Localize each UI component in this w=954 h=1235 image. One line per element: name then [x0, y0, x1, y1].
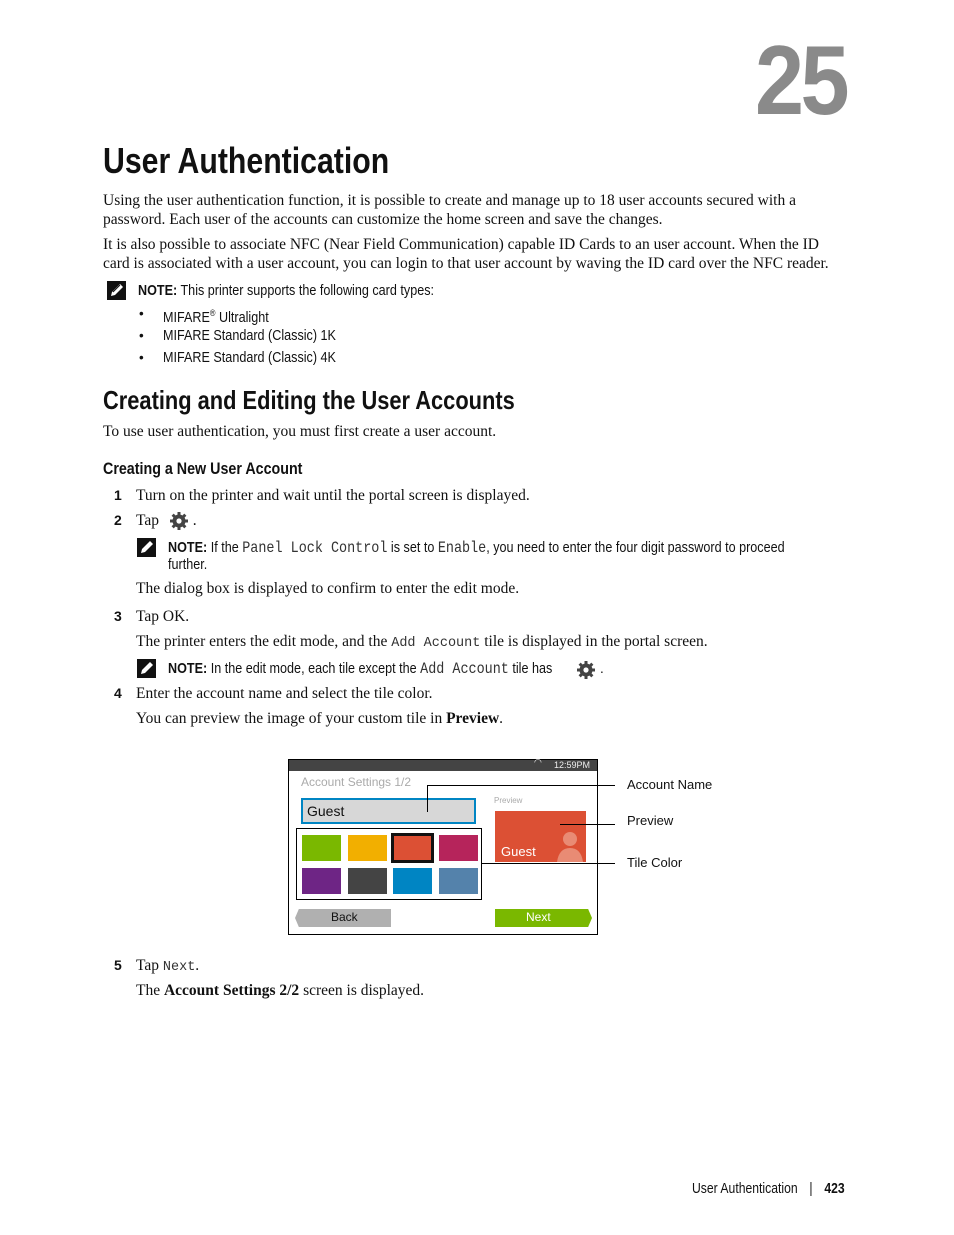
step-number: 2 — [114, 512, 122, 528]
step-text: Tap . — [136, 511, 197, 531]
step-followup: The Account Settings 2/2 screen is displ… — [136, 982, 425, 999]
callout-account-name: Account Name — [627, 777, 713, 792]
color-swatch[interactable] — [438, 868, 478, 894]
next-button[interactable]: Next — [495, 909, 592, 927]
page-number: 423 — [824, 1181, 845, 1197]
gear-icon — [577, 661, 595, 679]
intro-line: It is also possible to associate NFC (Ne… — [103, 236, 819, 253]
account-name-field[interactable]: Guest — [301, 798, 476, 824]
note-text-continued: further. — [168, 556, 208, 573]
list-item: MIFARE® Ultralight — [163, 308, 269, 326]
step-followup: You can preview the image of your custom… — [136, 710, 504, 727]
section-heading: Creating and Editing the User Accounts — [103, 385, 515, 415]
intro-line: password. Each user of the accounts can … — [103, 211, 663, 228]
list-item: MIFARE Standard (Classic) 4K — [163, 349, 336, 366]
step-text: Tap Next. — [136, 957, 200, 975]
color-swatch[interactable] — [391, 833, 434, 863]
back-button[interactable]: Back — [295, 909, 391, 927]
step-number: 5 — [114, 957, 122, 973]
callout-line — [427, 785, 615, 786]
step-followup: The dialog box is displayed to confirm t… — [136, 580, 520, 597]
step-text: Turn on the printer and wait until the p… — [136, 487, 530, 504]
page-title: User Authentication — [103, 140, 390, 181]
section-intro: To use user authentication, you must fir… — [103, 423, 497, 440]
bullet: • — [139, 350, 144, 365]
callout-line — [481, 863, 615, 864]
screen-title: Account Settings 1/2 — [301, 775, 412, 789]
callout-line — [560, 824, 615, 825]
note-pencil-icon — [137, 659, 156, 678]
intro-line: card is associated with a user account, … — [103, 255, 829, 272]
note-pencil-icon — [107, 281, 126, 300]
user-silhouette-icon — [557, 832, 583, 862]
wifi-icon: ◠ — [534, 758, 542, 768]
step-number: 4 — [114, 685, 122, 701]
status-bar: ◠ 12:59PM — [289, 758, 597, 771]
footer: User Authentication | 423 — [692, 1181, 845, 1197]
color-swatch[interactable] — [347, 835, 387, 861]
step-number: 1 — [114, 487, 122, 503]
color-swatch[interactable] — [302, 835, 341, 861]
step-text: Tap OK. — [136, 608, 190, 625]
color-palette — [296, 828, 482, 900]
color-swatch[interactable] — [438, 835, 478, 861]
note-text: NOTE: If the Panel Lock Control is set t… — [168, 539, 785, 557]
footer-separator: | — [809, 1181, 813, 1197]
color-swatch[interactable] — [302, 868, 341, 894]
footer-section: User Authentication — [692, 1181, 798, 1197]
callout-line — [427, 785, 428, 812]
callout-preview: Preview — [627, 813, 674, 828]
callout-tile-color: Tile Color — [627, 855, 683, 870]
subsection-heading: Creating a New User Account — [103, 459, 303, 478]
color-swatch[interactable] — [347, 868, 387, 894]
preview-label: Preview — [494, 796, 523, 805]
step-text: Enter the account name and select the ti… — [136, 685, 433, 702]
intro-line: Using the user authentication function, … — [103, 192, 796, 209]
note-pencil-icon — [137, 538, 156, 557]
bullet: • — [139, 306, 144, 321]
note-text: NOTE: This printer supports the followin… — [138, 282, 435, 299]
step-followup: The printer enters the edit mode, and th… — [136, 633, 708, 651]
document-page: 25 User Authentication Using the user au… — [0, 0, 954, 1235]
bullet: • — [139, 328, 144, 343]
gear-icon — [169, 512, 188, 531]
chapter-number: 25 — [755, 25, 850, 135]
note-period: . — [600, 661, 604, 676]
preview-tile: Guest — [495, 811, 586, 862]
clock: 12:59PM — [554, 760, 591, 770]
list-item: MIFARE Standard (Classic) 1K — [163, 327, 336, 344]
note-text: NOTE: In the edit mode, each tile except… — [168, 660, 553, 678]
step-number: 3 — [114, 608, 122, 624]
color-swatch[interactable] — [393, 868, 432, 894]
